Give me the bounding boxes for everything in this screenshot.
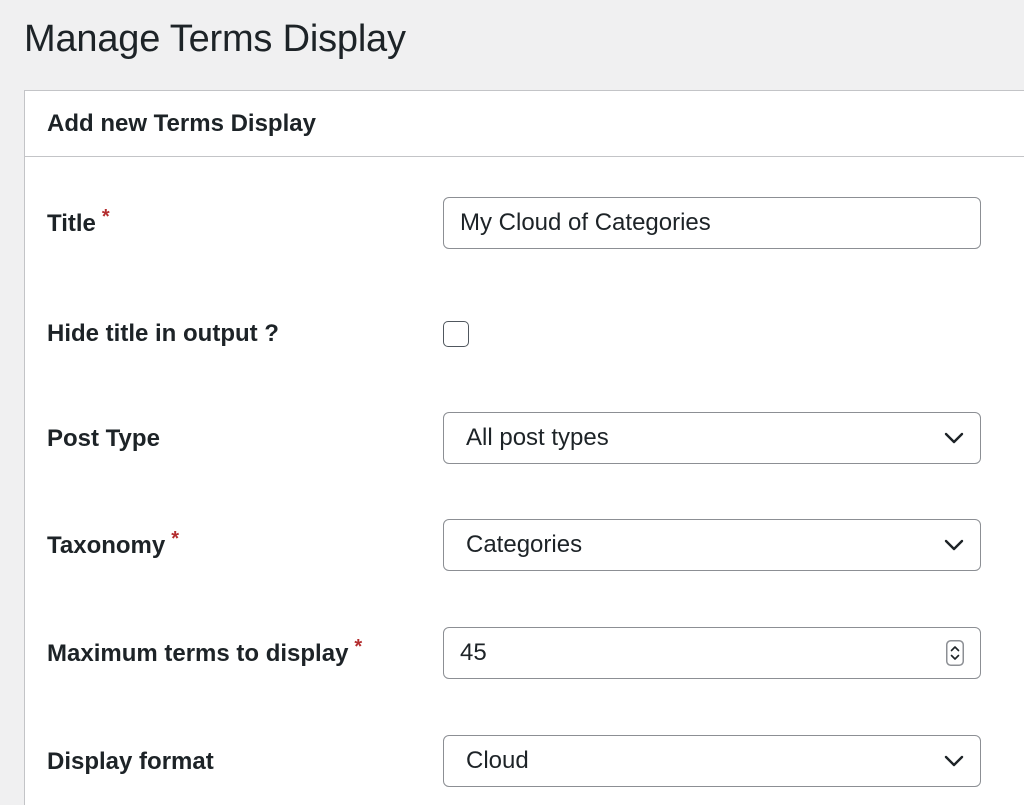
post-type-row: Post Type All post types <box>25 412 1024 466</box>
panel-heading: Add new Terms Display <box>47 109 316 137</box>
taxonomy-select[interactable]: Categories <box>443 519 981 571</box>
hide-title-label: Hide title in output ? <box>47 320 279 347</box>
required-asterisk: * <box>101 206 110 228</box>
max-terms-label-text: Maximum terms to display <box>47 640 349 667</box>
panel-header: Add new Terms Display <box>25 91 1024 157</box>
taxonomy-label: Taxonomy * <box>47 528 179 560</box>
post-type-selected: All post types <box>466 424 609 451</box>
taxonomy-selected: Categories <box>466 531 583 558</box>
add-terms-display-panel: Add new Terms Display Title * My Cloud of… <box>24 90 1024 805</box>
chevron-down-icon <box>944 755 964 767</box>
required-asterisk: * <box>171 528 180 550</box>
spinner-arrows-icon[interactable] <box>946 640 964 666</box>
title-input-value: My Cloud of Categories <box>460 209 711 236</box>
taxonomy-row: Taxonomy * Categories <box>25 519 1024 573</box>
post-type-label: Post Type <box>47 425 160 452</box>
page: Manage Terms Display Add new Terms Displ… <box>0 0 1024 805</box>
max-terms-input[interactable]: 45 <box>443 627 981 679</box>
display-format-label: Display format <box>47 748 214 775</box>
max-terms-label: Maximum terms to display * <box>47 636 362 668</box>
chevron-down-icon <box>944 432 964 444</box>
taxonomy-label-text: Taxonomy <box>47 532 166 559</box>
display-format-row: Display format Cloud <box>25 735 1024 789</box>
title-input[interactable]: My Cloud of Categories <box>443 197 981 249</box>
hide-title-checkbox[interactable] <box>443 321 469 347</box>
display-format-select[interactable]: Cloud <box>443 735 981 787</box>
post-type-select[interactable]: All post types <box>443 412 981 464</box>
chevron-down-icon <box>944 539 964 551</box>
display-format-selected: Cloud <box>466 747 529 774</box>
title-label-text: Title <box>47 210 96 237</box>
title-row: Title * My Cloud of Categories <box>25 197 1024 251</box>
required-asterisk: * <box>354 636 363 658</box>
max-terms-row: Maximum terms to display * 45 <box>25 627 1024 681</box>
hide-title-row: Hide title in output ? <box>25 307 1024 361</box>
max-terms-value: 45 <box>460 639 487 666</box>
page-title: Manage Terms Display <box>24 18 406 60</box>
title-label: Title * <box>47 206 110 238</box>
